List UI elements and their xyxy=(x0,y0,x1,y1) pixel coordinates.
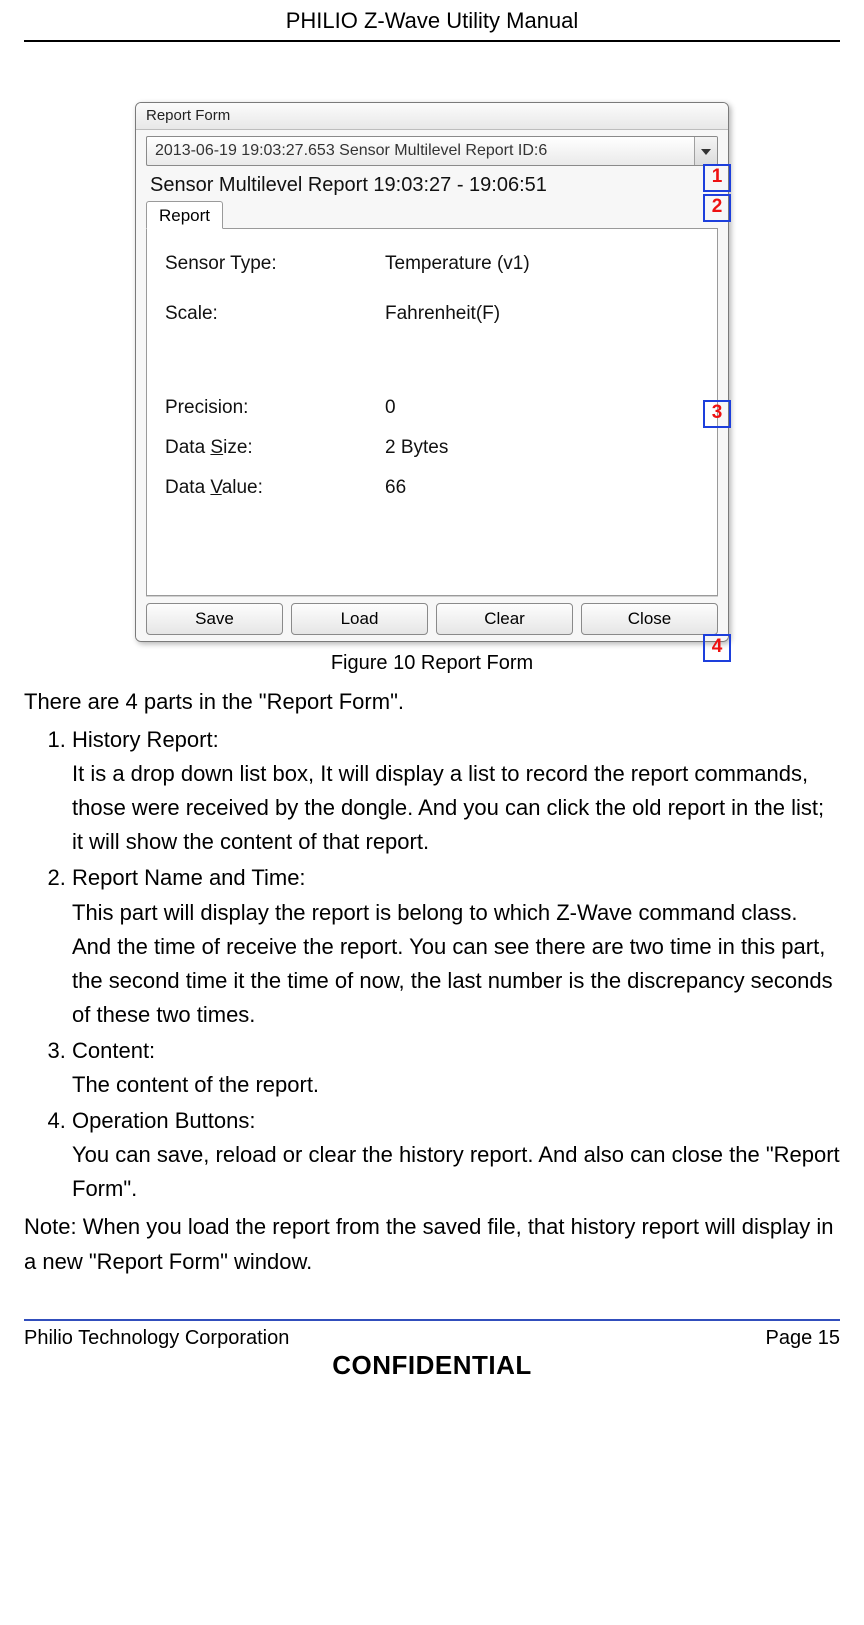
history-dropdown[interactable]: 2013-06-19 19:03:27.653 Sensor Multileve… xyxy=(146,136,718,166)
callout-1: 1 xyxy=(703,164,731,192)
report-name-time: Sensor Multilevel Report 19:03:27 - 19:0… xyxy=(150,174,718,197)
operation-button-bar: Save Load Clear Close xyxy=(146,596,718,635)
dropdown-button[interactable] xyxy=(694,137,717,165)
history-dropdown-text: 2013-06-19 19:03:27.653 Sensor Multileve… xyxy=(155,142,547,159)
intro-text: There are 4 parts in the "Report Form". xyxy=(24,685,840,719)
doc-header: PHILIO Z-Wave Utility Manual xyxy=(24,0,840,40)
callout-3: 3 xyxy=(703,400,731,428)
item1-title: History Report: xyxy=(72,727,219,752)
clear-button[interactable]: Clear xyxy=(436,603,573,635)
item1-body: It is a drop down list box, It will disp… xyxy=(72,757,840,859)
tab-report[interactable]: Report xyxy=(146,201,223,229)
callout-2: 2 xyxy=(703,194,731,222)
data-value-value: 66 xyxy=(385,477,406,499)
footer-confidential: CONFIDENTIAL xyxy=(24,1350,840,1381)
item4-title: Operation Buttons: xyxy=(72,1108,255,1133)
note-text: Note: When you load the report from the … xyxy=(24,1210,840,1278)
window-titlebar: Report Form xyxy=(136,103,728,130)
item3-title: Content: xyxy=(72,1038,155,1063)
header-rule xyxy=(24,40,840,42)
scale-value: Fahrenheit(F) xyxy=(385,303,500,325)
footer-rule xyxy=(24,1319,840,1321)
item2-body: This part will display the report is bel… xyxy=(72,896,840,1032)
load-button[interactable]: Load xyxy=(291,603,428,635)
callout-4: 4 xyxy=(703,634,731,662)
precision-label: Precision: xyxy=(165,397,385,419)
item3-body: The content of the report. xyxy=(72,1068,840,1102)
sensor-type-label: Sensor Type: xyxy=(165,253,385,275)
scale-label: Scale: xyxy=(165,303,385,325)
footer-page: Page 15 xyxy=(765,1327,840,1350)
data-size-value: 2 Bytes xyxy=(385,437,448,459)
chevron-down-icon xyxy=(701,137,711,165)
data-size-label: Data Size: xyxy=(165,437,385,459)
report-content-pane: Sensor Type: Temperature (v1) Scale: Fah… xyxy=(146,228,718,596)
save-button[interactable]: Save xyxy=(146,603,283,635)
data-value-label: Data Value: xyxy=(165,477,385,499)
screenshot-figure: Report Form 2013-06-19 19:03:27.653 Sens… xyxy=(135,102,729,642)
sensor-type-value: Temperature (v1) xyxy=(385,253,530,275)
precision-value: 0 xyxy=(385,397,396,419)
app-window: Report Form 2013-06-19 19:03:27.653 Sens… xyxy=(135,102,729,642)
item2-title: Report Name and Time: xyxy=(72,865,306,890)
footer-company: Philio Technology Corporation xyxy=(24,1327,289,1350)
item4-body: You can save, reload or clear the histor… xyxy=(72,1138,840,1206)
close-button[interactable]: Close xyxy=(581,603,718,635)
